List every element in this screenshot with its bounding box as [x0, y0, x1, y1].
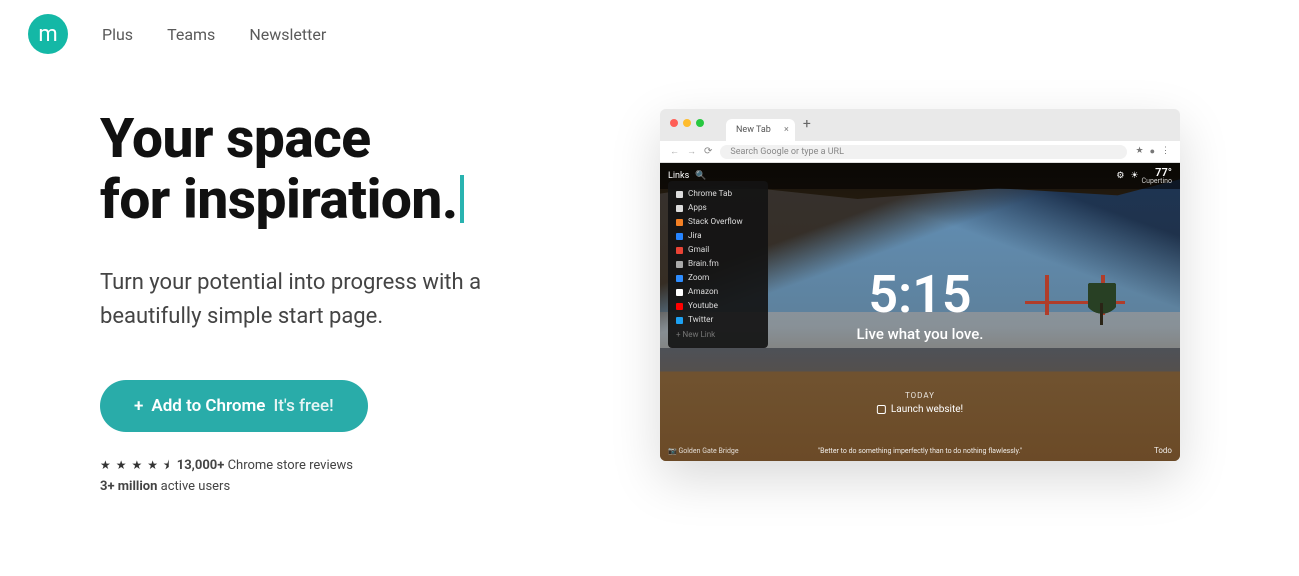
hero: Your space for inspiration. Turn your po…: [0, 54, 1299, 498]
link-icon: [676, 303, 683, 310]
nav-newsletter[interactable]: Newsletter: [249, 25, 326, 44]
daily-quote: "Better to do something imperfectly than…: [660, 447, 1180, 455]
new-tab-icon[interactable]: +: [803, 116, 811, 132]
center-display: 5:15 Live what you love.: [857, 269, 984, 343]
urlbar-right-icons: ★ ● ⋮: [1135, 146, 1170, 157]
product-screenshot: New Tab + ← → ⟳ Search Google or type a …: [660, 109, 1180, 498]
logo-letter: m: [38, 22, 57, 47]
link-icon: [676, 275, 683, 282]
link-item[interactable]: Twitter: [668, 313, 768, 327]
link-icon: [676, 219, 683, 226]
link-item[interactable]: Gmail: [668, 243, 768, 257]
browser-tab[interactable]: New Tab: [726, 119, 795, 141]
hero-title-line2: for inspiration.: [100, 168, 458, 232]
link-icon: [676, 289, 683, 296]
link-item[interactable]: Youtube: [668, 299, 768, 313]
clock: 5:15: [857, 269, 984, 321]
close-icon[interactable]: [670, 119, 678, 127]
link-icon: [676, 191, 683, 198]
window-controls: [670, 119, 704, 127]
menu-icon[interactable]: ⋮: [1161, 146, 1170, 157]
social-proof: ★ ★ ★ ★ ⯨ 13,000+ Chrome store reviews 3…: [100, 456, 560, 498]
link-item[interactable]: Stack Overflow: [668, 215, 768, 229]
hero-title: Your space for inspiration.: [100, 109, 560, 230]
weather-widget[interactable]: ☀ 77° Cupertino: [1130, 167, 1172, 185]
today-label: TODAY: [877, 391, 963, 400]
mantra: Live what you love.: [857, 325, 984, 343]
links-panel: Chrome Tab Apps Stack Overflow Jira Gmai…: [668, 181, 768, 348]
users-count: 3+ million: [100, 479, 157, 494]
extension-icon[interactable]: ★: [1135, 146, 1143, 157]
link-item[interactable]: Chrome Tab: [668, 187, 768, 201]
settings-icon[interactable]: ⚙: [1116, 171, 1124, 181]
reload-icon[interactable]: ⟳: [704, 146, 712, 157]
link-item[interactable]: Apps: [668, 201, 768, 215]
weather-icon: ☀: [1130, 171, 1138, 181]
minimize-icon[interactable]: [683, 119, 691, 127]
new-link-button[interactable]: + New Link: [668, 327, 768, 342]
navbar: m Plus Teams Newsletter: [0, 0, 1299, 54]
add-to-chrome-button[interactable]: + Add to Chrome It's free!: [100, 380, 368, 432]
link-icon: [676, 247, 683, 254]
reviews-suffix: Chrome store reviews: [228, 458, 353, 473]
cta-note: It's free!: [273, 396, 333, 416]
weather-city: Cupertino: [1142, 178, 1172, 185]
star-rating-icon: ★ ★ ★ ★ ⯨: [100, 458, 170, 472]
hero-subtitle: Turn your potential into progress with a…: [100, 266, 560, 334]
users-suffix: active users: [161, 479, 231, 494]
hero-title-line1: Your space: [100, 107, 371, 171]
task-text: Launch website!: [891, 404, 963, 415]
browser-window: New Tab + ← → ⟳ Search Google or type a …: [660, 109, 1180, 461]
link-item[interactable]: Brain.fm: [668, 257, 768, 271]
browser-tabstrip: New Tab +: [660, 109, 1180, 141]
tab-title: New Tab: [736, 125, 771, 135]
link-icon: [676, 261, 683, 268]
extension-viewport: Links 🔍 ⚙ ☀ 77° Cupertino: [660, 163, 1180, 461]
background-tree: [1088, 283, 1116, 325]
link-icon: [676, 317, 683, 324]
typing-caret: [460, 175, 464, 223]
browser-urlbar: ← → ⟳ Search Google or type a URL ★ ● ⋮: [660, 141, 1180, 163]
hero-text: Your space for inspiration. Turn your po…: [100, 109, 560, 498]
links-toggle[interactable]: Links: [668, 171, 689, 181]
search-icon[interactable]: 🔍: [695, 171, 706, 181]
task-checkbox-icon[interactable]: [877, 405, 886, 414]
nav-teams[interactable]: Teams: [167, 25, 215, 44]
link-item[interactable]: Zoom: [668, 271, 768, 285]
profile-icon[interactable]: ●: [1150, 146, 1155, 157]
nav-plus[interactable]: Plus: [102, 25, 133, 44]
link-item[interactable]: Jira: [668, 229, 768, 243]
link-icon: [676, 205, 683, 212]
back-icon[interactable]: ←: [670, 146, 679, 157]
today-task[interactable]: Launch website!: [877, 404, 963, 415]
logo[interactable]: m: [28, 14, 68, 54]
forward-icon[interactable]: →: [687, 146, 696, 157]
cta-label: Add to Chrome: [151, 396, 265, 416]
todo-toggle[interactable]: Todo: [1154, 446, 1172, 455]
omnibox[interactable]: Search Google or type a URL: [720, 145, 1127, 159]
cta-plus-icon: +: [134, 396, 143, 416]
today-focus: TODAY Launch website!: [877, 391, 963, 415]
maximize-icon[interactable]: [696, 119, 704, 127]
reviews-count: 13,000+: [177, 458, 225, 473]
link-item[interactable]: Amazon: [668, 285, 768, 299]
link-icon: [676, 233, 683, 240]
